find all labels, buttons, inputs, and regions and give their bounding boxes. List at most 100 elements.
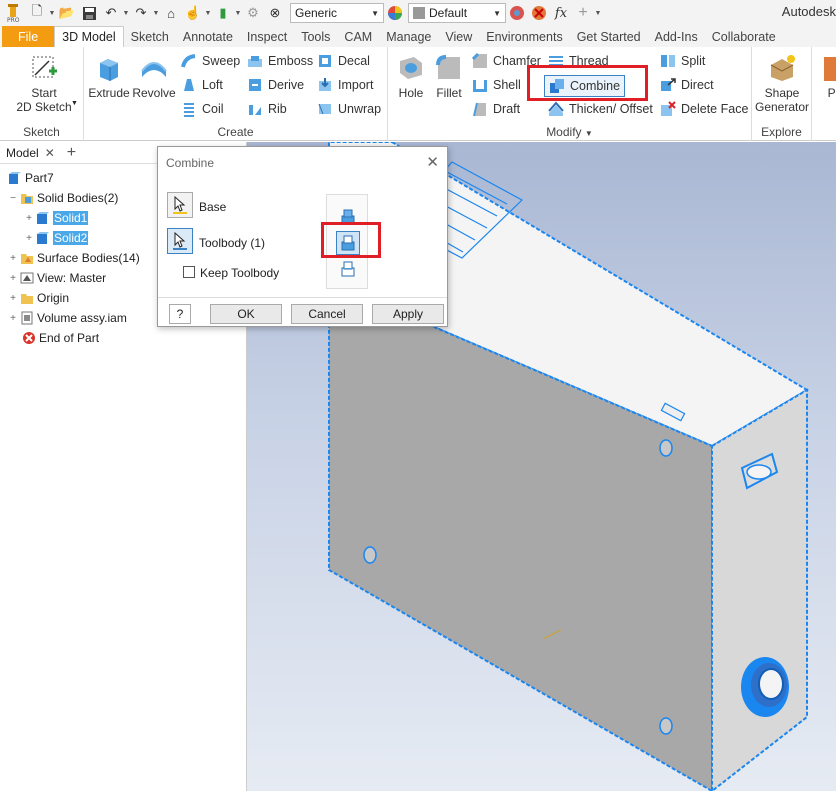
tab-manage[interactable]: Manage — [379, 26, 438, 47]
tab-tools[interactable]: Tools — [294, 26, 337, 47]
direct-button[interactable]: Direct — [660, 75, 714, 95]
clear-appearance-icon[interactable] — [528, 3, 550, 23]
browser-tab-model[interactable]: Model — [6, 146, 39, 160]
dialog-title: Combine — [166, 156, 215, 170]
coil-icon — [184, 103, 194, 117]
toolbody-select-button[interactable] — [167, 228, 193, 254]
delete-face-button[interactable]: Delete Face — [660, 99, 748, 119]
tree-item-end-of-part[interactable]: End of Part — [20, 328, 99, 348]
base-select-button[interactable] — [167, 192, 193, 218]
redo-icon[interactable]: ↷ — [130, 3, 152, 23]
emboss-button[interactable]: Emboss — [247, 51, 313, 71]
tab-collaborate[interactable]: Collaborate — [705, 26, 783, 47]
update-dropdown-icon[interactable]: ▼ — [234, 10, 242, 17]
modify-panel-title[interactable]: Modify ▼ — [388, 125, 751, 139]
tab-annotate[interactable]: Annotate — [176, 26, 240, 47]
tab-view[interactable]: View — [438, 26, 479, 47]
sketch-panel: Start 2D Sketch ▼ Sketch — [0, 47, 84, 141]
add-icon[interactable]: + — [572, 3, 594, 23]
derive-button[interactable]: Derive — [247, 75, 304, 95]
extrude-button[interactable]: Extrude — [87, 53, 131, 100]
shape-generator-icon — [770, 55, 795, 81]
decal-button[interactable]: Decal — [317, 51, 370, 71]
hole-icon — [400, 57, 422, 79]
import-button[interactable]: Import — [317, 75, 373, 95]
undo-dropdown-icon[interactable]: ▼ — [122, 10, 130, 17]
ok-button[interactable]: OK — [210, 304, 282, 324]
thicken-offset-button[interactable]: Thicken/ Offset — [548, 99, 653, 119]
cancel-button[interactable]: Cancel — [291, 304, 363, 324]
browser-tab-close-icon[interactable]: ✕ — [45, 146, 55, 160]
tab-get-started[interactable]: Get Started — [570, 26, 648, 47]
svg-text:PRO: PRO — [7, 17, 20, 23]
material-dropdown[interactable]: Generic ▼ — [290, 3, 384, 23]
expand-icon[interactable]: + — [8, 313, 18, 324]
hole-button[interactable]: Hole — [392, 53, 430, 100]
redo-dropdown-icon[interactable]: ▼ — [152, 10, 160, 17]
inventor-logo-icon: PRO — [0, 3, 26, 23]
tab-cam[interactable]: CAM — [337, 26, 379, 47]
close-icon[interactable]: ✕ — [426, 153, 439, 171]
tree-item-volume-assy[interactable]: + Volume assy.iam — [8, 308, 127, 328]
tree-item-solid-bodies[interactable]: − Solid Bodies(2) — [8, 188, 118, 208]
save-icon[interactable] — [78, 3, 100, 23]
tree-item-origin[interactable]: + Origin — [8, 288, 69, 308]
chevron-down-icon[interactable]: ▼ — [71, 100, 78, 107]
shell-button[interactable]: Shell — [472, 75, 521, 95]
tab-3d-model[interactable]: 3D Model — [54, 26, 124, 47]
color-override-icon[interactable]: ⊗ — [264, 3, 286, 23]
undo-icon[interactable]: ↶ — [100, 3, 122, 23]
update-icon[interactable]: ▮ — [212, 3, 234, 23]
tab-environments[interactable]: Environments — [479, 26, 569, 47]
start-sketch-label-2: 2D Sketch — [16, 100, 72, 114]
tree-item-surface-bodies[interactable]: + Surface Bodies(14) — [8, 248, 140, 268]
tree-item-solid2[interactable]: + Solid2 — [24, 228, 89, 248]
intersect-operation-button[interactable] — [336, 257, 360, 281]
chevron-down-icon: ▼ — [584, 129, 593, 138]
select-dropdown-icon[interactable]: ▼ — [204, 10, 212, 17]
new-dropdown-icon[interactable]: ▼ — [48, 10, 56, 17]
appearance-icon[interactable] — [384, 3, 406, 23]
keep-toolbody-checkbox[interactable] — [183, 266, 195, 278]
tab-inspect[interactable]: Inspect — [240, 26, 294, 47]
ilogic-icon[interactable]: ⚙ — [242, 3, 264, 23]
expand-icon[interactable]: + — [24, 213, 34, 224]
expand-icon[interactable]: + — [8, 273, 18, 284]
apply-button[interactable]: Apply — [372, 304, 444, 324]
tree-item-view[interactable]: + View: Master — [8, 268, 106, 288]
expand-icon[interactable]: + — [8, 253, 18, 264]
collapse-icon[interactable]: − — [8, 193, 18, 204]
tab-sketch[interactable]: Sketch — [124, 26, 176, 47]
expand-icon[interactable]: + — [8, 293, 18, 304]
shape-generator-button[interactable]: Shape Generator — [752, 53, 812, 114]
partial-ribbon-button[interactable]: Pl — [818, 53, 836, 100]
draft-button[interactable]: Draft — [472, 99, 520, 119]
tree-item-solid1[interactable]: + Solid1 — [24, 208, 89, 228]
parameters-icon[interactable]: fx — [550, 3, 572, 23]
revolve-button[interactable]: Revolve — [132, 53, 176, 100]
fillet-button[interactable]: Fillet — [430, 53, 468, 100]
tab-add-ins[interactable]: Add-Ins — [648, 26, 705, 47]
split-button[interactable]: Split — [660, 51, 705, 71]
expand-icon[interactable]: + — [24, 233, 34, 244]
combine-highlight-box — [527, 65, 648, 101]
tree-item-part[interactable]: Part7 — [6, 168, 54, 188]
browser-add-tab-icon[interactable]: + — [67, 144, 76, 162]
loft-button[interactable]: Loft — [181, 75, 223, 95]
sweep-button[interactable]: Sweep — [181, 51, 240, 71]
new-icon[interactable]: 🗋 — [26, 3, 48, 23]
model-right-face[interactable] — [711, 388, 808, 791]
tab-file[interactable]: File — [2, 26, 55, 47]
rib-button[interactable]: Rib — [247, 99, 287, 119]
unwrap-button[interactable]: Unwrap — [317, 99, 381, 119]
open-icon[interactable]: 📂 — [56, 3, 78, 23]
chevron-down-icon: ▼ — [493, 8, 501, 18]
start-2d-sketch-button[interactable]: Start 2D Sketch — [14, 53, 74, 114]
customize-dropdown-icon[interactable]: ▼ — [594, 10, 602, 17]
adjust-icon[interactable] — [506, 3, 528, 23]
home-icon[interactable]: ⌂ — [160, 3, 182, 23]
help-button[interactable]: ? — [169, 304, 191, 324]
coil-button[interactable]: Coil — [181, 99, 224, 119]
appearance-dropdown[interactable]: Default ▼ — [408, 3, 506, 23]
select-icon[interactable]: ☝ — [182, 3, 204, 23]
